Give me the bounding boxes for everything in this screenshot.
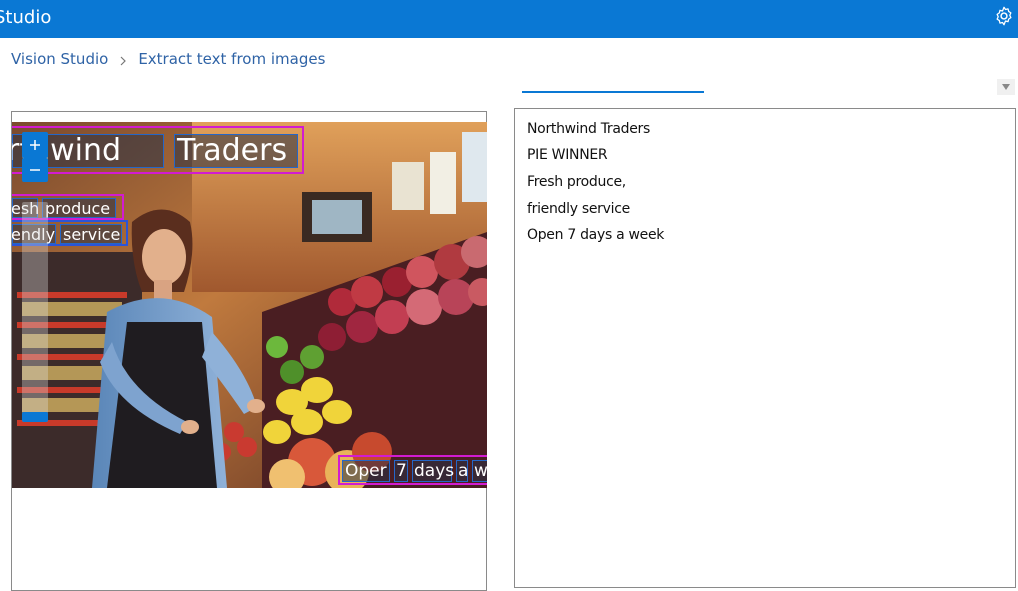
ocr-word: service bbox=[63, 225, 121, 244]
ocr-word: w bbox=[474, 461, 487, 481]
image-preview-panel: rthwind Traders esh produce endly servic… bbox=[11, 111, 487, 591]
breadcrumb-vision-studio-link[interactable]: Vision Studio bbox=[11, 50, 108, 68]
ocr-word: a bbox=[458, 461, 469, 481]
caret-down-icon bbox=[1002, 84, 1010, 90]
dropdown-toggle[interactable] bbox=[997, 79, 1015, 95]
result-line: Fresh produce, bbox=[527, 174, 626, 190]
ocr-line-box[interactable]: Oper 7 days a w bbox=[338, 455, 487, 485]
result-line: Northwind Traders bbox=[527, 121, 650, 137]
ocr-word-box[interactable]: produce bbox=[42, 198, 116, 218]
zoom-slider[interactable] bbox=[22, 132, 48, 422]
ocr-word: 7 bbox=[396, 461, 407, 481]
zoom-out-button[interactable] bbox=[22, 158, 48, 182]
ocr-line-box[interactable]: rthwind Traders bbox=[12, 126, 304, 174]
tab-selected[interactable] bbox=[522, 62, 704, 92]
ocr-word: Oper bbox=[345, 461, 387, 481]
chevron-right-icon bbox=[119, 53, 127, 66]
tab-active-indicator bbox=[522, 91, 704, 93]
result-line: PIE WINNER bbox=[527, 147, 608, 163]
minus-icon bbox=[30, 169, 40, 171]
extracted-text-panel: Northwind Traders PIE WINNER Fresh produ… bbox=[514, 108, 1016, 588]
ocr-word-box[interactable]: service bbox=[60, 224, 122, 244]
breadcrumb: Vision Studio Extract text from images bbox=[11, 50, 325, 68]
ocr-word-box[interactable]: Traders bbox=[174, 133, 298, 168]
zoom-thumb[interactable] bbox=[22, 412, 48, 422]
ocr-word: produce bbox=[45, 199, 111, 218]
breadcrumb-current-page[interactable]: Extract text from images bbox=[138, 50, 325, 68]
result-line: Open 7 days a week bbox=[527, 227, 665, 243]
gear-icon[interactable] bbox=[993, 5, 1015, 27]
ocr-word: days bbox=[414, 461, 455, 481]
result-line: friendly service bbox=[527, 201, 630, 217]
ocr-word-box[interactable]: days bbox=[412, 460, 455, 482]
plus-icon bbox=[30, 140, 40, 150]
ocr-word-box[interactable]: Oper bbox=[342, 460, 390, 482]
ocr-word: Traders bbox=[177, 133, 288, 168]
ocr-word-box[interactable]: 7 bbox=[394, 460, 408, 482]
grocery-store-photo bbox=[12, 122, 487, 488]
zoom-in-button[interactable] bbox=[22, 132, 48, 158]
top-bar: Studio bbox=[0, 0, 1018, 38]
app-title: Studio bbox=[0, 7, 52, 28]
sample-image: rthwind Traders esh produce endly servic… bbox=[12, 122, 487, 488]
zoom-track[interactable] bbox=[22, 202, 48, 422]
ocr-word-box[interactable]: a bbox=[456, 460, 468, 482]
ocr-word-box[interactable]: w bbox=[472, 460, 487, 482]
